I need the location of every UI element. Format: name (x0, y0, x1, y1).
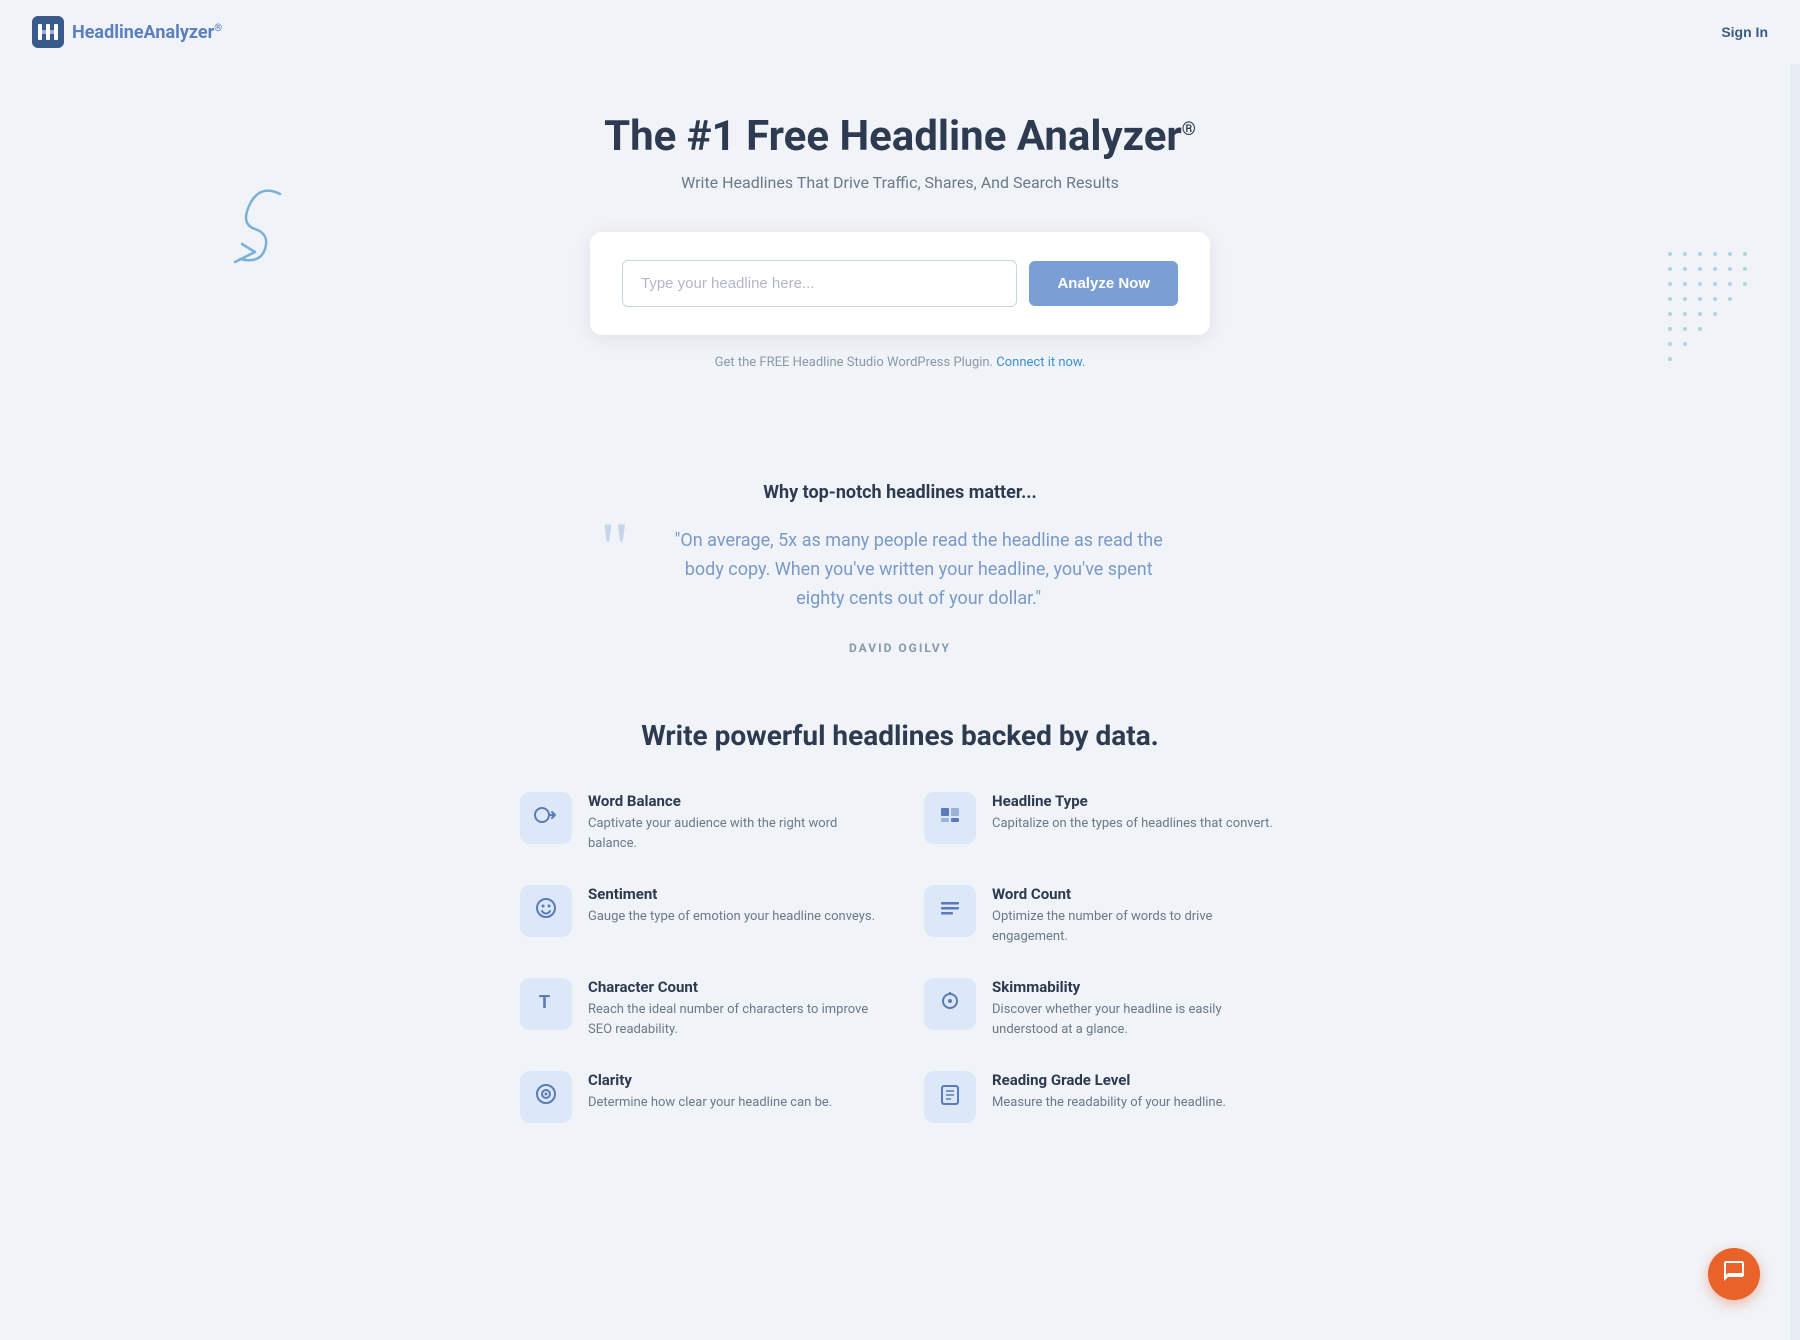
analyze-button[interactable]: Analyze Now (1029, 261, 1178, 306)
feature-item-character-count: T Character Count Reach the ideal number… (520, 978, 876, 1039)
word-balance-name: Word Balance (588, 792, 876, 810)
feature-item-word-balance: Word Balance Captivate your audience wit… (520, 792, 876, 853)
logo-text: HeadlineAnalyzer® (72, 22, 222, 43)
word-count-icon-wrap (924, 885, 976, 937)
feature-item-sentiment: Sentiment Gauge the type of emotion your… (520, 885, 876, 946)
headline-type-icon (937, 802, 963, 834)
headline-type-icon-wrap (924, 792, 976, 844)
feature-item-skimmability: Skimmability Discover whether your headl… (924, 978, 1280, 1039)
reading-grade-level-desc: Measure the readability of your headline… (992, 1093, 1226, 1113)
why-title: Why top-notch headlines matter... (20, 482, 1780, 503)
chat-button[interactable] (1708, 1248, 1760, 1300)
sign-in-button[interactable]: Sign In (1721, 24, 1768, 40)
feature-item-clarity: Clarity Determine how clear your headlin… (520, 1071, 876, 1123)
feature-item-headline-type: Headline Type Capitalize on the types of… (924, 792, 1280, 853)
headline-type-content: Headline Type Capitalize on the types of… (992, 792, 1273, 834)
search-box: Analyze Now (590, 232, 1210, 335)
character-count-icon-wrap: T (520, 978, 572, 1030)
hero-subtitle: Write Headlines That Drive Traffic, Shar… (20, 173, 1780, 192)
sentiment-icon-wrap (520, 885, 572, 937)
quote-author: DAVID OGILVY (20, 641, 1780, 655)
hero-section: The #1 Free Headline Analyzer® Write Hea… (0, 64, 1800, 450)
clarity-content: Clarity Determine how clear your headlin… (588, 1071, 832, 1113)
skimmability-content: Skimmability Discover whether your headl… (992, 978, 1280, 1039)
word-count-desc: Optimize the number of words to drive en… (992, 907, 1280, 946)
hero-title-reg: ® (1182, 119, 1196, 140)
word-balance-icon-wrap (520, 792, 572, 844)
features-title: Write powerful headlines backed by data. (20, 719, 1780, 752)
character-count-name: Character Count (588, 978, 876, 996)
headline-input[interactable] (622, 260, 1017, 307)
header: HeadlineAnalyzer® Sign In (0, 0, 1800, 64)
word-count-name: Word Count (992, 885, 1280, 903)
reading-grade-level-content: Reading Grade Level Measure the readabil… (992, 1071, 1226, 1113)
features-grid: Word Balance Captivate your audience wit… (520, 792, 1280, 1123)
features-section: Write powerful headlines backed by data.… (0, 703, 1800, 1171)
skimmability-icon-wrap (924, 978, 976, 1030)
word-balance-content: Word Balance Captivate your audience wit… (588, 792, 876, 853)
word-count-content: Word Count Optimize the number of words … (992, 885, 1280, 946)
svg-text:T: T (539, 992, 550, 1012)
character-count-icon: T (533, 988, 559, 1020)
sentiment-icon (533, 895, 559, 927)
skimmability-icon (937, 988, 963, 1020)
reading-grade-level-icon-wrap (924, 1071, 976, 1123)
search-container: Analyze Now (20, 232, 1780, 335)
sentiment-content: Sentiment Gauge the type of emotion your… (588, 885, 875, 927)
quote-text: "On average, 5x as many people read the … (659, 527, 1179, 613)
reading-grade-level-name: Reading Grade Level (992, 1071, 1226, 1089)
hero-title: The #1 Free Headline Analyzer® (20, 112, 1780, 161)
quote-marks-icon: " (600, 527, 629, 570)
reading-grade-level-icon (937, 1081, 963, 1113)
character-count-desc: Reach the ideal number of characters to … (588, 1000, 876, 1039)
sentiment-name: Sentiment (588, 885, 875, 903)
word-count-icon (937, 895, 963, 927)
skimmability-desc: Discover whether your headline is easily… (992, 1000, 1280, 1039)
plugin-link[interactable]: Connect it now. (996, 355, 1085, 370)
word-balance-icon (533, 802, 559, 834)
clarity-name: Clarity (588, 1071, 832, 1089)
feature-item-reading-grade-level: Reading Grade Level Measure the readabil… (924, 1071, 1280, 1123)
logo-icon (32, 16, 64, 48)
clarity-icon-wrap (520, 1071, 572, 1123)
skimmability-name: Skimmability (992, 978, 1280, 996)
clarity-icon (533, 1081, 559, 1113)
plugin-text: Get the FREE Headline Studio WordPress P… (20, 355, 1780, 370)
sentiment-desc: Gauge the type of emotion your headline … (588, 907, 875, 927)
logo[interactable]: HeadlineAnalyzer® (32, 16, 222, 48)
feature-item-word-count: Word Count Optimize the number of words … (924, 885, 1280, 946)
clarity-desc: Determine how clear your headline can be… (588, 1093, 832, 1113)
headline-type-name: Headline Type (992, 792, 1273, 810)
why-section: Why top-notch headlines matter... " "On … (0, 450, 1800, 703)
headline-type-desc: Capitalize on the types of headlines tha… (992, 814, 1273, 834)
scrollbar[interactable] (1790, 0, 1800, 1340)
character-count-content: Character Count Reach the ideal number o… (588, 978, 876, 1039)
word-balance-desc: Captivate your audience with the right w… (588, 814, 876, 853)
chat-icon (1722, 1259, 1746, 1289)
